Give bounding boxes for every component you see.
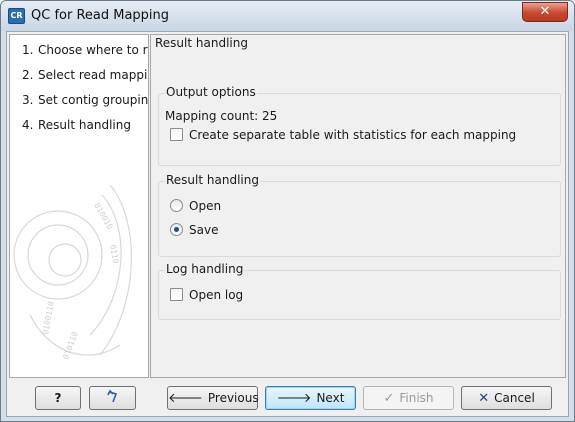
radio-label: Save: [189, 223, 219, 237]
separate-table-checkbox[interactable]: [170, 128, 183, 141]
group-title: Result handling: [165, 173, 260, 187]
step-label: Result handling: [38, 118, 131, 132]
previous-label: Previous: [207, 391, 259, 405]
close-icon: ✕: [539, 4, 551, 19]
checkbox-label: Open log: [189, 288, 244, 302]
step-number: 3.: [22, 93, 34, 107]
cancel-x-icon: ✕: [478, 391, 490, 406]
log-handling-group: Log handling Open log: [158, 262, 561, 320]
finish-button[interactable]: ✓ Finish: [363, 386, 454, 410]
save-option[interactable]: Save: [170, 223, 218, 237]
step-label: Choose where to run: [38, 43, 148, 57]
wizard-step: 1. Choose where to run: [22, 43, 148, 57]
checkbox-label: Create separate table with statistics fo…: [189, 128, 517, 142]
wizard-step: 3. Set contig grouping: [22, 93, 149, 107]
group-title: Output options: [165, 85, 257, 99]
title-bar[interactable]: CR QC for Read Mapping ✕: [1, 1, 574, 31]
arrow-right-icon: 🡒: [276, 391, 312, 406]
open-log-checkbox[interactable]: [170, 288, 183, 301]
result-handling-panel: Result handling Output options Mapping c…: [150, 34, 566, 378]
window-title: QC for Read Mapping: [31, 8, 170, 23]
app-icon: CR: [8, 8, 25, 24]
dialog-window: CR QC for Read Mapping ✕ 1. Choose where …: [0, 0, 575, 422]
output-options-group: Output options Mapping count: 25 Create …: [158, 85, 561, 166]
next-label: Next: [316, 391, 345, 405]
group-title: Log handling: [165, 262, 245, 276]
open-option[interactable]: Open: [170, 199, 221, 213]
cancel-label: Cancel: [494, 391, 535, 405]
step-number: 1.: [22, 43, 34, 57]
reset-button[interactable]: [89, 386, 136, 410]
close-button[interactable]: ✕: [522, 2, 568, 22]
help-button[interactable]: ?: [35, 386, 81, 410]
arrow-left-icon: 🡐: [168, 391, 203, 406]
decorative-spiral-graphic: 010010 0110 0100110 010110: [13, 184, 132, 361]
result-handling-group: Result handling Open Save: [158, 173, 561, 257]
page-title: Result handling: [155, 36, 248, 50]
wizard-steps-panel: 1. Choose where to run 2. Select read mapp…: [9, 34, 149, 378]
step-label: Set contig grouping: [38, 93, 149, 107]
step-number: 2.: [22, 68, 34, 82]
finish-label: Finish: [399, 391, 434, 405]
svg-text:0100110: 0100110: [41, 300, 56, 335]
open-radio[interactable]: [170, 199, 183, 212]
svg-text:010010: 010010: [92, 202, 114, 232]
svg-text:010110: 010110: [61, 330, 79, 360]
checkmark-icon: ✓: [383, 391, 395, 406]
cancel-button[interactable]: ✕ Cancel: [461, 386, 552, 410]
next-button[interactable]: 🡒 Next: [265, 386, 356, 410]
help-label: ?: [54, 391, 62, 405]
wizard-step: 2. Select read mappings: [22, 68, 148, 82]
save-radio[interactable]: [170, 223, 183, 236]
previous-button[interactable]: 🡐 Previous: [167, 386, 259, 410]
dialog-body: 1. Choose where to run 2. Select read mapp…: [6, 31, 569, 417]
radio-label: Open: [189, 199, 222, 213]
step-label: Select read mappings: [38, 68, 148, 82]
mapping-count-text: Mapping count: 25: [165, 109, 278, 123]
open-log-option[interactable]: Open log: [170, 288, 243, 302]
svg-text:0110: 0110: [108, 244, 120, 265]
separate-table-option[interactable]: Create separate table with statistics fo…: [170, 128, 516, 142]
step-number: 4.: [22, 118, 34, 132]
wizard-step-current: 4. Result handling: [22, 118, 131, 132]
reset-icon: [106, 389, 117, 403]
